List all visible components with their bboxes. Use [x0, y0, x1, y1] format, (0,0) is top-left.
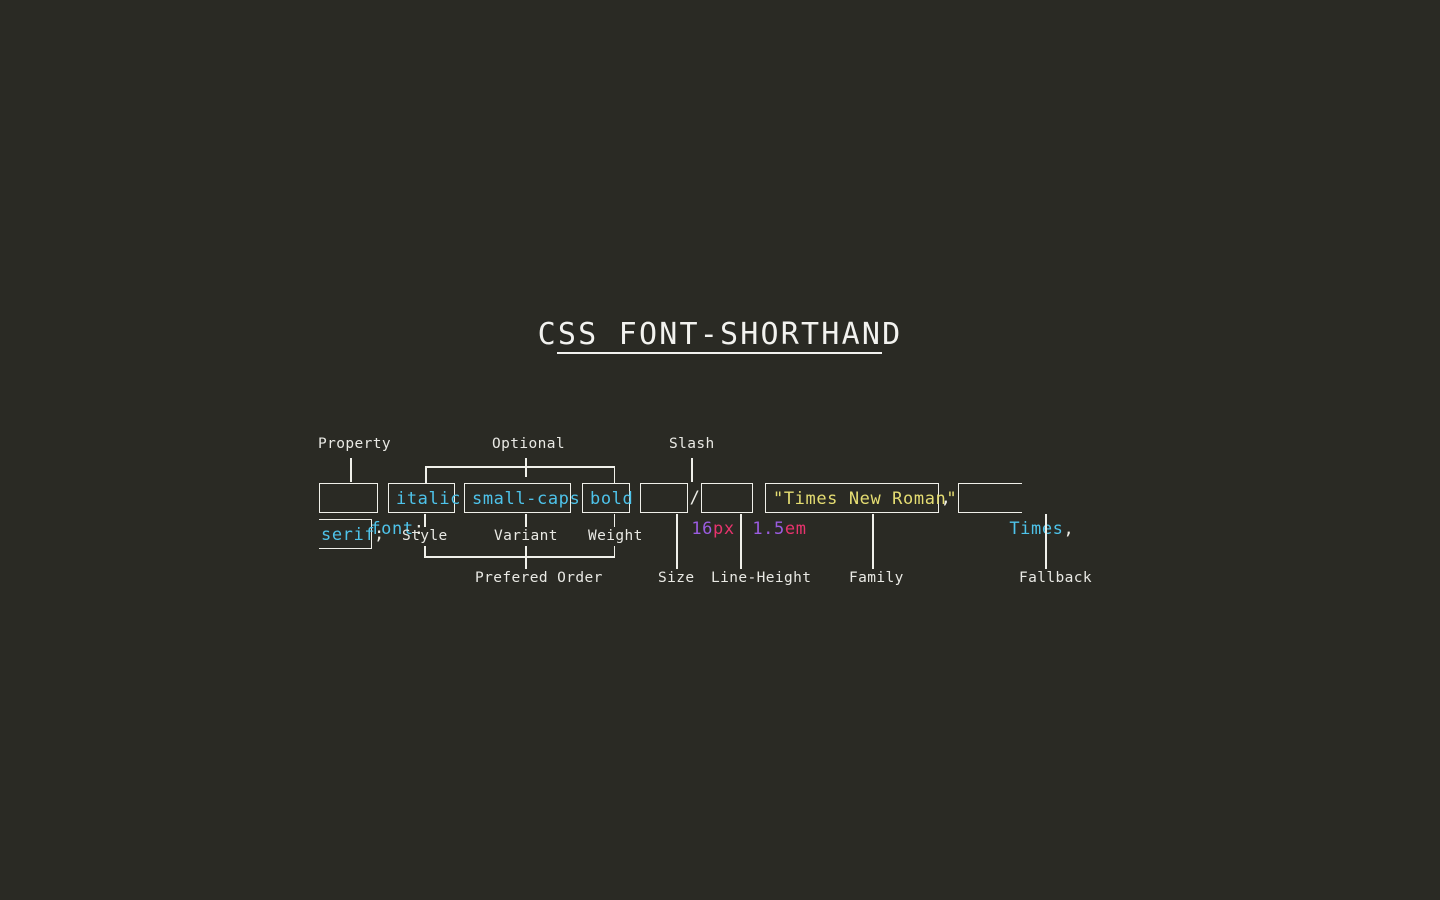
annotation-label-line-height: Line-Height [711, 570, 812, 586]
leader-line-size [676, 514, 678, 569]
annotation-label-variant: Variant [494, 528, 558, 544]
leader-line-line-height [740, 514, 742, 569]
page-title: CSS FONT-SHORTHAND [537, 317, 903, 352]
leader-line-fallback [1045, 514, 1047, 569]
annotation-label-prefered-order: Prefered Order [475, 570, 603, 586]
leader-line-family [872, 514, 874, 569]
leader-line-style [424, 514, 426, 527]
token-line-height-unit: em [784, 519, 807, 539]
token-variant[interactable]: small-caps [464, 483, 580, 513]
annotation-label-fallback: Fallback [1019, 570, 1093, 586]
token-semicolon: ; [374, 524, 385, 544]
leader-line-variant [525, 514, 527, 527]
leader-line-weight [613, 514, 615, 527]
annotation-label-size: Size [658, 570, 695, 586]
token-style[interactable]: italic [388, 483, 460, 513]
leader-line-prefered-order [525, 556, 527, 569]
token-fallback-times-name: Times [1009, 519, 1064, 539]
leader-line-slash [691, 458, 693, 482]
page-title-underline [557, 352, 882, 354]
token-property[interactable]: font: [319, 483, 424, 539]
annotation-label-slash: Slash [669, 436, 715, 452]
annotation-label-family: Family [849, 570, 904, 586]
token-line-height[interactable]: 1.5em [701, 483, 806, 539]
token-fallback-serif[interactable]: serif [319, 519, 375, 549]
token-fallback-times[interactable]: Times, [958, 483, 1074, 539]
bracket-optional-span [425, 466, 615, 468]
token-font-family[interactable]: "Times New Roman" [765, 483, 957, 513]
token-line-height-number: 1.5 [752, 519, 785, 539]
annotation-label-weight: Weight [588, 528, 643, 544]
bracket-prefered-order-span [424, 556, 615, 558]
leader-line-optional-stem [525, 458, 527, 477]
annotation-label-style: Style [402, 528, 448, 544]
bracket-optional-leg-left [425, 466, 427, 483]
token-comma-after-times: , [1063, 519, 1075, 539]
token-weight[interactable]: bold [582, 483, 633, 513]
token-font-size[interactable]: 16px [640, 483, 734, 539]
annotation-label-optional: Optional [492, 436, 566, 452]
bracket-optional-leg-right [613, 466, 615, 483]
token-comma-after-family: , [940, 488, 952, 508]
token-slash: / [689, 488, 701, 508]
annotation-label-property: Property [318, 436, 392, 452]
leader-line-property [350, 458, 352, 482]
diagram-canvas: CSS FONT-SHORTHAND Property Optional Sla… [0, 0, 1440, 900]
